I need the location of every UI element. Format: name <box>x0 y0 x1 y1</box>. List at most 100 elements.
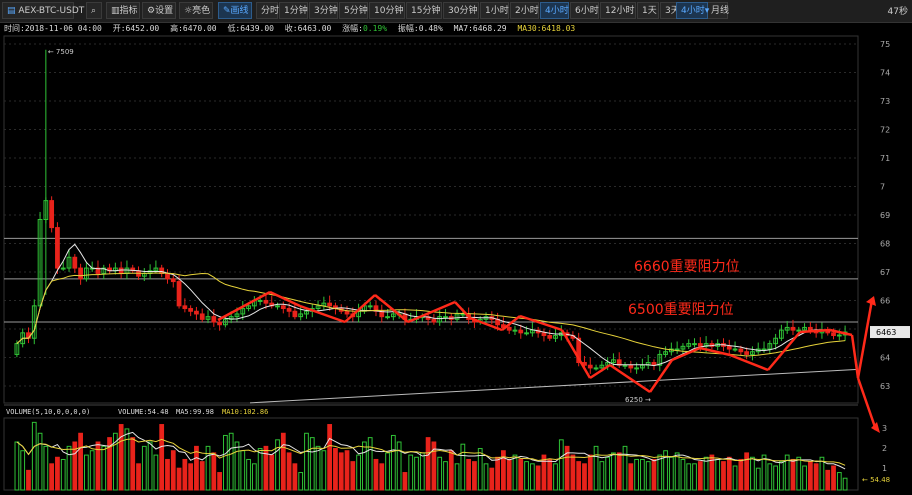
volume-bar <box>385 452 390 491</box>
candle-body <box>385 316 390 319</box>
volume-bar <box>321 450 327 491</box>
volume-bar <box>443 461 448 491</box>
volume-bar <box>419 452 425 491</box>
volume-bar <box>390 434 396 491</box>
candle-body <box>263 299 269 304</box>
volume-ma5-line <box>16 431 846 470</box>
volume-bar <box>141 445 147 491</box>
candle-body <box>744 351 750 355</box>
volume-bar <box>84 454 89 491</box>
volume-bar <box>802 465 807 491</box>
volume-bar <box>199 461 205 491</box>
volume-bar <box>49 463 55 491</box>
price-tick-label: 73 <box>880 97 890 106</box>
bearish-arrow <box>856 377 878 431</box>
max-price-label: ← 7509 <box>48 48 74 56</box>
volume-bar <box>448 450 454 491</box>
volume-bar <box>130 437 136 491</box>
volume-bar <box>813 463 819 491</box>
candle-body <box>211 316 217 323</box>
volume-bar <box>147 441 153 491</box>
volume-bar <box>547 458 553 491</box>
volume-bar <box>379 463 385 491</box>
volume-current-label: ← 54.48 <box>862 476 890 484</box>
candle-body <box>697 343 703 347</box>
volume-bar <box>170 450 176 491</box>
candle-body <box>188 308 194 312</box>
price-tick-label: 7 <box>880 183 885 192</box>
volume-bar <box>697 461 703 491</box>
volume-bar <box>234 441 240 491</box>
volume-tick-label: 3 <box>882 424 887 433</box>
volume-bar <box>292 463 298 491</box>
volume-bar <box>755 467 761 491</box>
volume-bar <box>732 465 738 491</box>
volume-params-label: VOLUME(5,10,0,0,0,0) <box>6 408 90 416</box>
volume-bar <box>611 452 616 491</box>
price-tick-label: 74 <box>880 69 890 78</box>
volume-bar <box>31 421 37 491</box>
volume-bar <box>634 458 639 491</box>
candle-body <box>593 367 599 370</box>
volume-bar <box>20 450 26 491</box>
volume-bar <box>373 458 379 491</box>
volume-bar <box>512 454 518 491</box>
candle-body <box>367 305 373 308</box>
candle-body <box>547 335 553 339</box>
volume-bar <box>773 465 778 491</box>
volume-bar <box>495 456 500 491</box>
volume-bar <box>228 432 234 491</box>
volume-bar <box>344 450 350 491</box>
volume-bar <box>587 454 593 491</box>
volume-bar <box>460 443 466 491</box>
volume-bar <box>680 458 686 491</box>
candle-body <box>443 316 448 319</box>
resistance-annotation: 6660重要阻力位 <box>634 259 740 275</box>
volume-bar <box>640 458 645 491</box>
volume-bar <box>576 461 582 491</box>
price-chart[interactable]: 7574737271769686766656463321← 75096250 →… <box>0 0 912 495</box>
volume-bar <box>362 441 367 491</box>
volume-ma10-label: MA10:102.86 <box>222 408 268 416</box>
volume-bar <box>286 452 292 491</box>
candle-body <box>732 348 738 351</box>
volume-bar <box>593 445 599 491</box>
volume-bar <box>165 458 170 491</box>
volume-bar <box>744 452 750 491</box>
volume-ma5-label: MA5:99.98 <box>176 408 214 416</box>
volume-bar <box>356 454 361 491</box>
trend-arrow-segment <box>850 334 860 379</box>
price-tick-label: 69 <box>880 211 890 220</box>
volume-bar <box>101 445 107 491</box>
volume-bar <box>240 450 246 491</box>
arrowhead-icon <box>871 422 880 433</box>
candle-body <box>831 332 836 337</box>
volume-bar <box>188 463 194 491</box>
volume-bar <box>836 472 842 491</box>
volume-bar <box>518 458 524 491</box>
volume-bar <box>66 445 72 491</box>
price-tick-label: 67 <box>880 268 890 277</box>
candle-body <box>60 267 66 270</box>
price-tick-label: 64 <box>880 354 890 363</box>
volume-bar <box>315 445 321 491</box>
trend-arrow-segment <box>767 331 801 371</box>
candle-body <box>280 305 286 310</box>
candle-body <box>512 329 518 332</box>
candle-body <box>55 227 60 269</box>
candle-body <box>292 310 298 318</box>
volume-bar <box>726 456 732 491</box>
volume-bar <box>651 458 657 491</box>
volume-bar <box>790 458 796 491</box>
candle-body <box>176 281 182 307</box>
volume-bar <box>454 463 460 491</box>
candle-body <box>634 367 639 370</box>
volume-bar <box>825 469 831 491</box>
candle-body <box>431 318 437 323</box>
candle-body <box>170 278 176 283</box>
volume-value-label: VOLUME:54.48 <box>118 408 169 416</box>
trend-arrow-segment <box>374 294 409 323</box>
volume-bar <box>506 458 512 491</box>
volume-bar <box>269 454 275 491</box>
volume-bar <box>692 463 697 491</box>
